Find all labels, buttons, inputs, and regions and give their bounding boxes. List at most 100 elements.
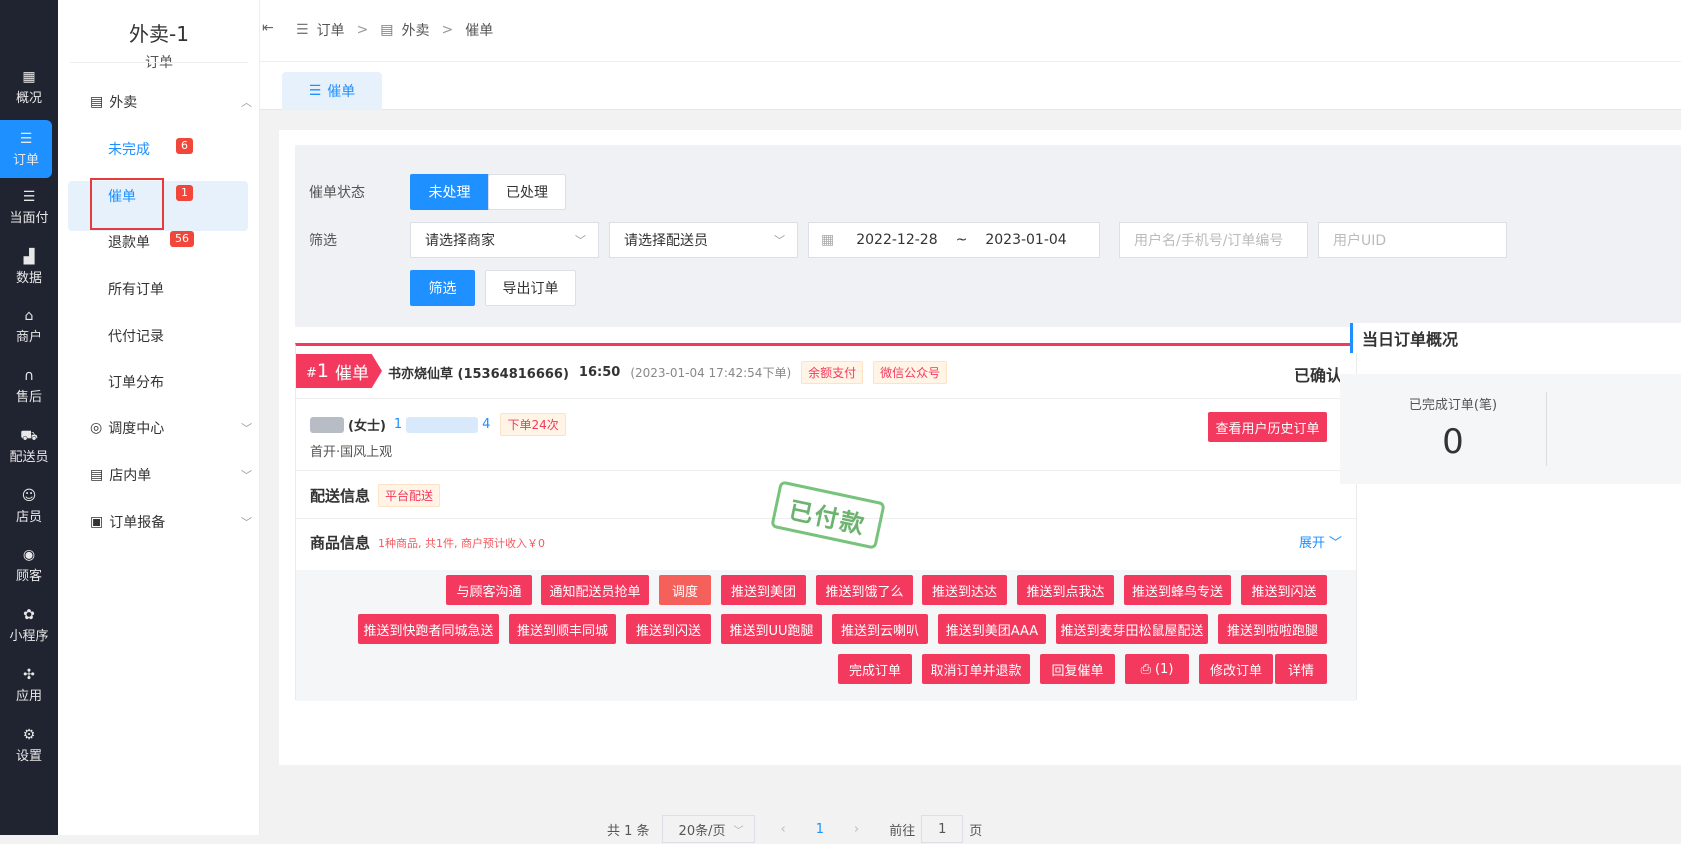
rail-item-miniprogram[interactable]: ✿ 小程序: [0, 596, 58, 654]
dispatch-button[interactable]: 调度: [659, 575, 711, 605]
rail-item-merchant[interactable]: ⌂ 商户: [0, 297, 58, 355]
summary-divider: [1546, 392, 1547, 466]
push-shansong-button[interactable]: 推送到闪送: [1241, 575, 1327, 605]
rail-item-orders[interactable]: ☰ 订单: [0, 120, 52, 178]
status-label: 催单状态: [309, 185, 365, 201]
app-rail: ▦ 概况 ☰ 订单 ☰ 当面付 ▟ 数据 ⌂ 商户 ∩ 售后 ⛟ 配送员 ☺ 店员 ◉ 顾客 ✿ 小…: [0, 0, 58, 835]
collapse-menu-icon[interactable]: ⇤: [262, 20, 274, 36]
rail-item-facepay[interactable]: ☰ 当面付: [0, 178, 58, 236]
rail-item-customer[interactable]: ◉ 顾客: [0, 536, 58, 594]
rail-item-data[interactable]: ▟ 数据: [0, 238, 58, 296]
chevron-down-icon: ﹀: [774, 234, 785, 247]
breadcrumb-reminders: 催单: [465, 23, 494, 39]
sidebar-item-order-distribution[interactable]: 订单分布: [108, 372, 164, 392]
phone-prefix: 1: [393, 417, 403, 432]
view-history-button[interactable]: 查看用户历史订单: [1208, 412, 1327, 442]
next-page-icon[interactable]: ›: [854, 822, 859, 837]
push-shunfeng-button[interactable]: 推送到顺丰同城: [509, 614, 616, 644]
summary-title: 当日订单概况: [1350, 323, 1681, 353]
rail-item-courier[interactable]: ⛟ 配送员: [0, 417, 58, 475]
export-orders-button[interactable]: 导出订单: [485, 270, 576, 306]
tab-reminders[interactable]: ☰ 催单: [282, 72, 382, 110]
notify-courier-button[interactable]: 通知配送员抢单: [541, 575, 649, 605]
page-1[interactable]: 1: [816, 822, 824, 837]
push-maiyatian-button[interactable]: 推送到麦芽田松鼠屋配送: [1056, 614, 1208, 644]
edit-order-button[interactable]: 修改订单: [1199, 654, 1273, 684]
goto-input[interactable]: 1: [921, 815, 964, 843]
report-icon: ▣: [90, 514, 104, 530]
courier-select[interactable]: 请选择配送员 ﹀: [609, 222, 798, 258]
push-uu-button[interactable]: 推送到UU跑腿: [721, 614, 822, 644]
push-meituan-aaa-button[interactable]: 推送到美团AAA: [938, 614, 1046, 644]
order-card: #1 催单 书亦烧仙草 (15364816666) 16:50 (2023-01-…: [295, 343, 1357, 701]
push-lala-button[interactable]: 推送到啦啦跑腿: [1218, 614, 1327, 644]
date-start: 2022-12-28: [856, 232, 938, 248]
complete-order-button[interactable]: 完成订单: [838, 654, 912, 684]
push-yunlaba-button[interactable]: 推送到云喇叭: [832, 614, 928, 644]
document-icon: ▤: [90, 94, 104, 110]
push-meituan-button[interactable]: 推送到美团: [721, 575, 806, 605]
group-waimai[interactable]: ▤ 外卖 ︿: [90, 92, 258, 112]
scooter-icon: ⛟: [20, 427, 38, 444]
headset-icon: ∩: [23, 367, 35, 384]
status-unprocessed-button[interactable]: 未处理: [410, 174, 489, 210]
chevron-down-icon: ﹀: [1328, 536, 1342, 551]
expand-toggle[interactable]: 展开 ﹀: [1299, 532, 1342, 551]
push-dianwoda-button[interactable]: 推送到点我达: [1017, 575, 1114, 605]
push-kuaipaozhe-button[interactable]: 推送到快跑者同城急送: [358, 614, 499, 644]
push-fengniao-button[interactable]: 推送到蜂鸟专送: [1124, 575, 1231, 605]
breadcrumb-separator: >: [441, 22, 454, 38]
group-report[interactable]: ▣ 订单报备 ﹀: [90, 512, 258, 532]
sidebar-item-all-orders[interactable]: 所有订单: [108, 279, 164, 299]
user-gear-icon: ⚙: [22, 726, 36, 743]
group-dispatch[interactable]: ◎ 调度中心 ﹀: [90, 418, 258, 438]
date-range-picker[interactable]: ▦ 2022-12-28 ~ 2023-01-04: [808, 222, 1100, 258]
chevron-down-icon: ﹀: [575, 234, 586, 247]
uid-input[interactable]: 用户UID: [1318, 222, 1507, 258]
completed-label: 已完成订单(笔): [1408, 398, 1498, 413]
details-button[interactable]: 详情: [1275, 654, 1327, 684]
wechat-icon: ✿: [23, 606, 35, 623]
sidebar-item-refunds[interactable]: 退款单: [108, 232, 150, 252]
divider: [296, 470, 1356, 471]
prev-page-icon[interactable]: ‹: [781, 822, 786, 837]
delivery-info: 配送信息 平台配送: [310, 484, 441, 507]
rail-item-staff[interactable]: ☺ 店员: [0, 477, 58, 535]
unfinished-badge: 6: [176, 138, 193, 154]
chevron-down-icon: ﹀: [733, 825, 744, 837]
print-button[interactable]: ⎙ (1): [1125, 654, 1189, 684]
summary-box: 已完成订单(笔) 0: [1340, 374, 1681, 484]
document-icon: ▤: [90, 467, 104, 483]
payment-tag: 余额支付: [801, 361, 864, 384]
goto-label: 前往: [889, 823, 916, 839]
page-size-select[interactable]: 20条/页 ﹀: [661, 815, 755, 843]
breadcrumb-waimai[interactable]: 外卖: [402, 20, 430, 40]
contact-customer-button[interactable]: 与顾客沟通: [446, 575, 532, 605]
push-eleme-button[interactable]: 推送到饿了么: [816, 575, 913, 605]
cancel-refund-button[interactable]: 取消订单并退款: [922, 654, 1030, 684]
group-instore[interactable]: ▤ 店内单 ﹀: [90, 465, 258, 485]
breadcrumb-orders[interactable]: 订单: [317, 20, 345, 40]
merchant-select[interactable]: 请选择商家 ﹀: [410, 222, 599, 258]
user-search-input[interactable]: 用户名/手机号/订单编号: [1119, 222, 1308, 258]
sidebar-item-unfinished[interactable]: 未完成: [108, 139, 150, 159]
push-dada-button[interactable]: 推送到达达: [922, 575, 1007, 605]
filter-button[interactable]: 筛选: [410, 270, 475, 306]
date-separator: ~: [955, 232, 968, 248]
sidebar-item-payment-records[interactable]: 代付记录: [108, 326, 164, 346]
order-count-tag: 下单24次: [500, 413, 566, 436]
reply-reminder-button[interactable]: 回复催单: [1040, 654, 1115, 684]
apps-icon: ✣: [23, 666, 35, 683]
action-area: 与顾客沟通 通知配送员抢单 调度 推送到美团 推送到饿了么 推送到达达 推送到点…: [296, 570, 1356, 701]
rail-item-settings[interactable]: ⚙ 设置: [0, 716, 58, 774]
rail-item-overview[interactable]: ▦ 概况: [0, 58, 58, 116]
list-icon: ☰: [296, 22, 309, 38]
push-shansong-2-button[interactable]: 推送到闪送: [626, 614, 711, 644]
status-processed-button[interactable]: 已处理: [488, 174, 566, 210]
rail-item-apps[interactable]: ✣ 应用: [0, 656, 58, 714]
page-unit: 页: [969, 823, 983, 839]
phone-suffix: 4: [482, 417, 491, 432]
customer-address: 首开·国风上观: [310, 445, 393, 460]
pagination: 共 1 条 20条/页 ﹀ ‹ 1 › 前往 1 页: [607, 814, 982, 844]
rail-item-aftersale[interactable]: ∩ 售后: [0, 357, 58, 415]
